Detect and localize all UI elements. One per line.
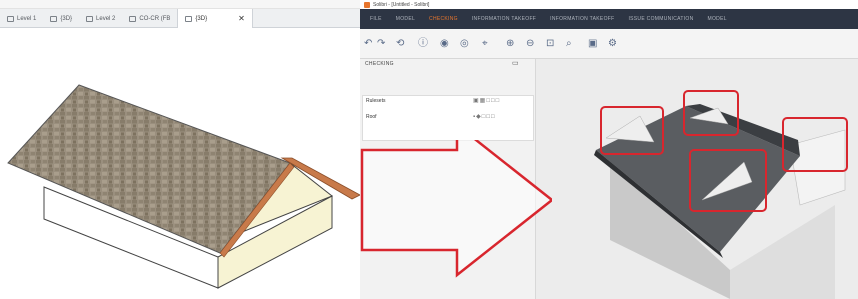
redo-icon[interactable]: ↷ (377, 39, 385, 49)
comparison-arrow-icon (360, 140, 552, 278)
window-title: Solibri - [Untitled - Solibri] (373, 1, 430, 8)
tab-level-2[interactable]: Level 2 (79, 9, 122, 28)
row-action-icons[interactable]: ▪◆□□□ (473, 113, 496, 120)
tab-label: Level 1 (17, 15, 37, 22)
list-item-roof[interactable]: Roof (366, 114, 377, 120)
menu-info-takeoff-2[interactable]: INFORMATION TAKEOFF (550, 16, 614, 22)
main-menu: FILE MODEL CHECKING INFORMATION TAKEOFF … (360, 9, 858, 29)
revit-3d-viewport[interactable] (0, 28, 360, 299)
zoom-fit-icon[interactable]: ⊡ (546, 39, 554, 49)
revit-ribbon-strip (0, 0, 360, 9)
zoom-out-icon[interactable]: ⊖ (526, 39, 534, 49)
settings-icon[interactable]: ⚙ (608, 39, 617, 49)
tab-co-cr[interactable]: CO-CR (FB (122, 9, 177, 28)
row-action-icons[interactable]: ▣▦□□□ (473, 97, 500, 104)
tab-label: CO-CR (FB (139, 15, 171, 22)
plan-view-icon (86, 15, 94, 22)
gable-right (789, 129, 846, 206)
hide-icon[interactable]: ◎ (460, 39, 469, 49)
ruleset-list: Rulesets ▣▦□□□ Roof ▪◆□□□ (362, 95, 534, 141)
visibility-icon[interactable]: ◉ (440, 39, 449, 49)
close-icon[interactable]: ✕ (238, 14, 245, 23)
menu-model[interactable]: MODEL (396, 16, 415, 22)
solibri-logo-icon (364, 1, 370, 8)
list-item-rulesets[interactable]: Rulesets (366, 98, 385, 104)
screenshot-icon[interactable]: ▣ (588, 39, 597, 49)
undo-icon[interactable]: ↶ (364, 39, 372, 49)
menu-issue-communication[interactable]: ISSUE COMMUNICATION (628, 16, 693, 22)
view-3d-icon (50, 15, 58, 22)
tab-label: {3D} (195, 15, 208, 22)
menu-checking[interactable]: CHECKING (429, 16, 458, 22)
zoom-in-icon[interactable]: ⊕ (506, 39, 514, 49)
orbit-icon[interactable]: ⟲ (396, 39, 404, 49)
screenshot-comparison: Level 1 {3D} Level 2 CO-CR (FB {3D} ✕ So… (0, 0, 858, 299)
tab-label: Level 2 (96, 15, 116, 22)
minimize-icon[interactable]: ▭ (512, 59, 519, 67)
sidebar-title: CHECKING (365, 61, 394, 67)
menu-model-2[interactable]: MODEL (708, 16, 727, 22)
info-icon[interactable]: ⓘ (418, 39, 428, 49)
tab-3d-active[interactable]: {3D} ✕ (177, 9, 253, 28)
dormer-1 (605, 115, 655, 143)
menu-file[interactable]: FILE (370, 16, 382, 22)
solibri-3d-viewport[interactable] (536, 59, 858, 299)
window-title-bar: Solibri - [Untitled - Solibri] (360, 0, 858, 9)
tab-label: {3D} (60, 15, 73, 22)
view-3d-icon (185, 15, 193, 22)
select-icon[interactable]: ⌖ (482, 39, 488, 49)
measure-icon[interactable]: ⌕ (566, 39, 572, 49)
plan-view-icon (129, 15, 137, 22)
revit-view-tabs: Level 1 {3D} Level 2 CO-CR (FB {3D} ✕ (0, 9, 360, 28)
tab-3d-view[interactable]: {3D} (43, 9, 79, 28)
plan-view-icon (7, 15, 14, 22)
toolbar: ↶ ↷ ⟲ ⓘ ◉ ◎ ⌖ ⊕ ⊖ ⊡ ⌕ ▣ ⚙ (360, 29, 858, 59)
tab-level-1[interactable]: Level 1 (0, 9, 43, 28)
revit-panel: Level 1 {3D} Level 2 CO-CR (FB {3D} ✕ (0, 0, 360, 299)
menu-info-takeoff[interactable]: INFORMATION TAKEOFF (472, 16, 536, 22)
